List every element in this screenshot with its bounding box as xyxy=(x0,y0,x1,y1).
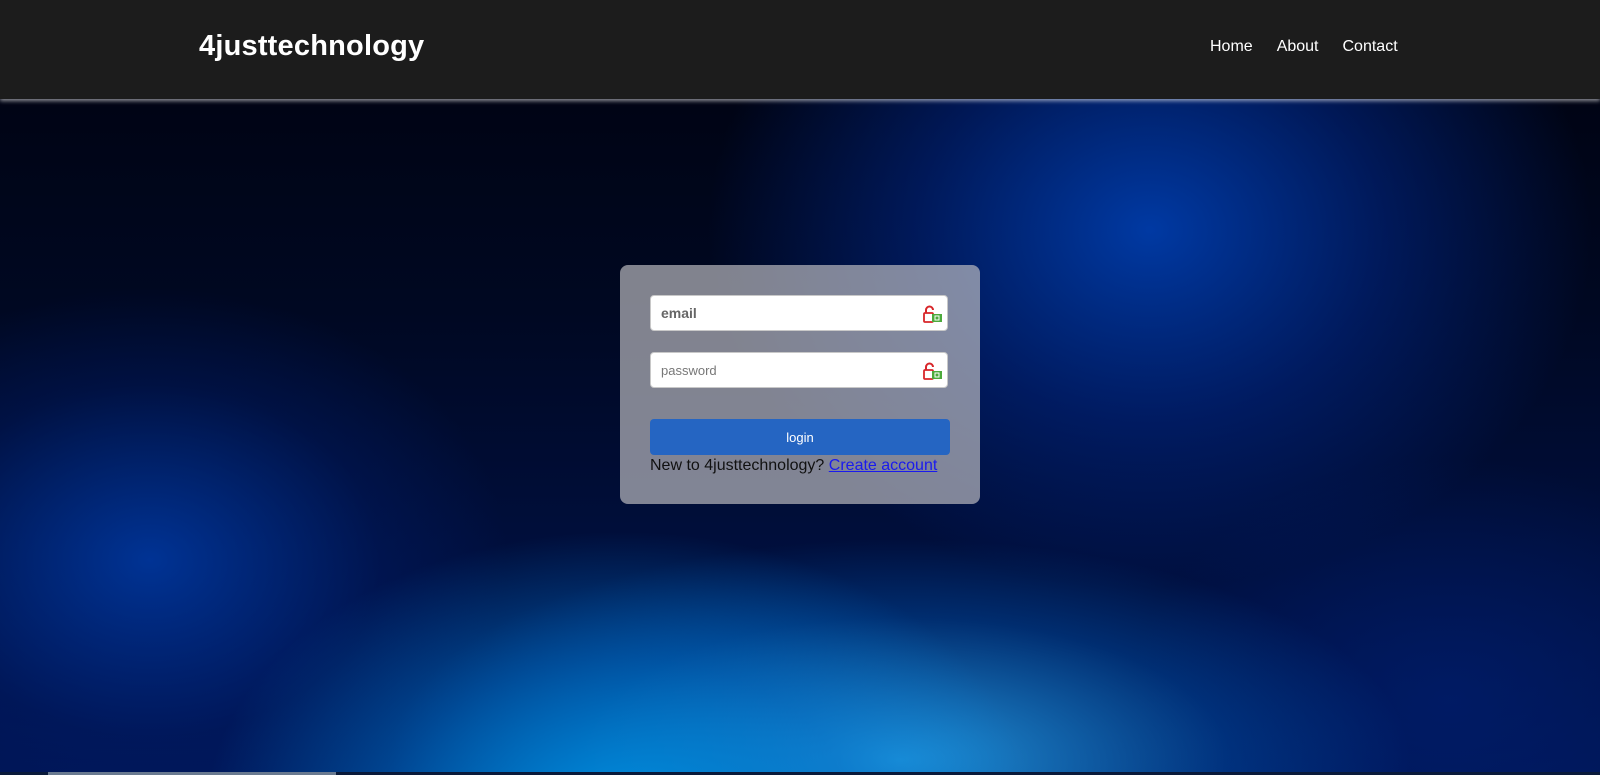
lock-icon[interactable] xyxy=(923,362,943,380)
navbar: 4justtechnology Home About Contact xyxy=(0,0,1600,99)
create-account-link[interactable]: Create account xyxy=(829,457,938,474)
nav-contact-link[interactable]: Contact xyxy=(1343,38,1398,56)
signup-prompt-text: New to 4justtechnology? xyxy=(650,457,825,474)
lock-icon[interactable] xyxy=(923,305,943,323)
login-card: login New to 4justtechnology? Create acc… xyxy=(620,265,980,504)
nav-home-link[interactable]: Home xyxy=(1210,38,1253,56)
email-field-wrapper xyxy=(650,295,948,331)
password-input[interactable] xyxy=(661,353,911,387)
nav-about-link[interactable]: About xyxy=(1277,38,1319,56)
password-field-wrapper xyxy=(650,352,948,388)
login-button[interactable]: login xyxy=(650,419,950,455)
brand-logo-text[interactable]: 4justtechnology xyxy=(199,30,424,63)
signup-prompt: New to 4justtechnology? Create account xyxy=(650,457,937,475)
email-input[interactable] xyxy=(661,296,911,330)
nav-links: Home About Contact xyxy=(1210,38,1422,56)
